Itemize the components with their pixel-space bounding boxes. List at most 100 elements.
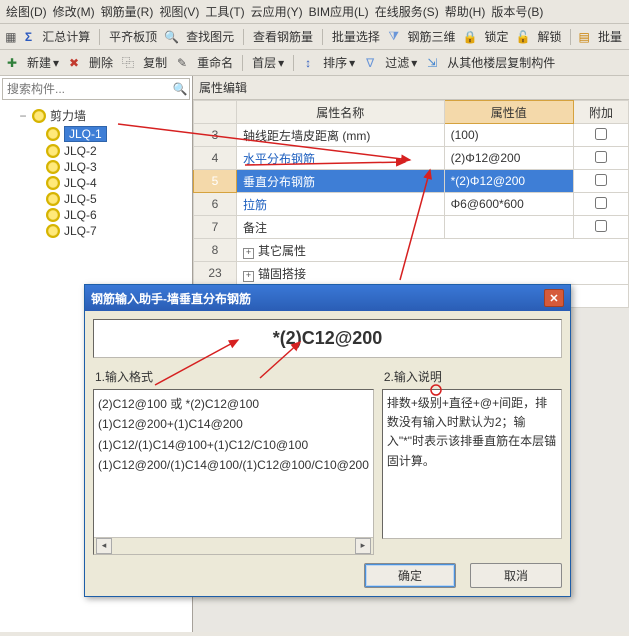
gear-icon <box>32 109 46 123</box>
layer-select[interactable]: 首层 ▾ <box>249 53 287 72</box>
format-item[interactable]: (1)C12/(1)C14@100+(1)C12/C10@100 <box>98 435 369 455</box>
format-item[interactable]: (1)C12@200+(1)C14@200 <box>98 414 369 434</box>
filter-icon[interactable]: ⧩ <box>387 29 401 45</box>
property-grid: 属性名称 属性值 附加 3轴线距左墙皮距离 (mm)(100) 4水平分布钢筋(… <box>193 100 629 308</box>
batch-button[interactable]: 批量 <box>595 27 625 46</box>
menu-item[interactable]: 绘图(D) <box>6 3 47 20</box>
tree-item[interactable]: JLQ-3 <box>46 159 188 175</box>
cancel-button[interactable]: 取消 <box>470 563 562 588</box>
dialog-display: *(2)C12@200 <box>93 319 562 358</box>
table-icon[interactable]: ▦ <box>4 29 18 45</box>
sort-button[interactable]: 排序 ▾ <box>320 53 358 72</box>
toolbar-2: ✚ 新建 ▾ ✖ 删除 ⿻ 复制 ✎ 重命名 首层 ▾ ↕ 排序 ▾ ∇ 过滤 … <box>0 50 629 76</box>
menu-item[interactable]: 钢筋量(R) <box>101 3 154 20</box>
gear-icon <box>46 176 60 190</box>
calc-button[interactable]: 汇总计算 <box>39 27 93 46</box>
sort-icon[interactable]: ↕ <box>300 55 316 71</box>
menu-item[interactable]: 在线服务(S) <box>375 3 439 20</box>
rebar-3d-button[interactable]: 钢筋三维 <box>405 27 459 46</box>
grid-row[interactable]: 7备注 <box>194 216 629 239</box>
tree-item[interactable]: JLQ-6 <box>46 207 188 223</box>
extra-check[interactable] <box>595 151 607 163</box>
gear-icon <box>46 144 60 158</box>
ok-button[interactable]: 确定 <box>364 563 456 588</box>
col-extra[interactable]: 附加 <box>574 101 629 124</box>
lock-icon[interactable]: 🔒 <box>463 29 478 45</box>
scroll-left-icon[interactable]: ◂ <box>96 538 112 554</box>
grid-group[interactable]: 8+其它属性 <box>194 239 629 262</box>
rebar-input-dialog: 钢筋输入助手-墙垂直分布钢筋 ✕ *(2)C12@200 1.输入格式 (2)C… <box>84 284 571 597</box>
explain-box: 排数+级别+直径+@+间距，排数没有输入时默认为2；输入"*"时表示该排垂直筋在… <box>382 389 562 539</box>
menu-item[interactable]: 版本号(B) <box>491 3 543 20</box>
menu-item[interactable]: 修改(M) <box>53 3 95 20</box>
expand-icon[interactable]: + <box>243 271 254 282</box>
scroll-right-icon[interactable]: ▸ <box>355 538 371 554</box>
scrollbar[interactable]: ◂▸ <box>94 537 373 554</box>
format-item[interactable]: (2)C12@100 或 *(2)C12@100 <box>98 394 369 414</box>
tree-item[interactable]: JLQ-7 <box>46 223 188 239</box>
filter-button[interactable]: 过滤 ▾ <box>382 53 420 72</box>
format-item[interactable]: (1)C12@200/(1)C14@100/(1)C12@100/C10@200 <box>98 455 369 475</box>
caption-explain: 2.输入说明 <box>382 364 562 389</box>
search-box: 🔍 <box>2 78 190 100</box>
dialog-title: 钢筋输入助手-墙垂直分布钢筋 <box>91 290 251 307</box>
copy-from-icon[interactable]: ⇲ <box>424 55 440 71</box>
batch-select-button[interactable]: 批量选择 <box>329 27 383 46</box>
lock-button[interactable]: 锁定 <box>482 27 512 46</box>
close-icon[interactable]: ✕ <box>544 289 564 307</box>
expand-icon[interactable]: + <box>243 248 254 259</box>
col-value[interactable]: 属性值 <box>444 101 573 124</box>
grid-row[interactable]: 6拉筋Φ6@600*600 <box>194 193 629 216</box>
delete-icon[interactable]: ✖ <box>66 55 82 71</box>
find-button[interactable]: 查找图元 <box>183 27 237 46</box>
copy-from-button[interactable]: 从其他楼层复制构件 <box>444 53 558 72</box>
funnel-icon[interactable]: ∇ <box>362 55 378 71</box>
view-rebar-button[interactable]: 查看钢筋量 <box>250 27 316 46</box>
unlock-icon[interactable]: 🔓 <box>516 29 531 45</box>
new-icon[interactable]: ✚ <box>4 55 20 71</box>
delete-button[interactable]: 删除 <box>86 53 116 72</box>
extra-check[interactable] <box>595 220 607 232</box>
copy-icon[interactable]: ⿻ <box>120 55 136 71</box>
unlock-button[interactable]: 解锁 <box>534 27 564 46</box>
menu-item[interactable]: BIM应用(L) <box>309 3 369 20</box>
tree-root[interactable]: −剪力墙 <box>18 106 188 125</box>
top-menu: 绘图(D) 修改(M) 钢筋量(R) 视图(V) 工具(T) 云应用(Y) BI… <box>0 0 629 24</box>
dialog-titlebar[interactable]: 钢筋输入助手-墙垂直分布钢筋 ✕ <box>85 285 570 311</box>
grid-row-selected[interactable]: 5垂直分布钢筋*(2)Φ12@200 <box>194 170 629 193</box>
gear-icon <box>46 160 60 174</box>
extra-check[interactable] <box>595 174 607 186</box>
sigma-icon[interactable]: Σ <box>22 29 36 45</box>
col-name[interactable]: 属性名称 <box>237 101 445 124</box>
format-list[interactable]: (2)C12@100 或 *(2)C12@100 (1)C12@200+(1)C… <box>93 389 374 555</box>
gear-icon <box>46 192 60 206</box>
extra-check[interactable] <box>595 128 607 140</box>
search-icon[interactable]: 🔍 <box>164 29 179 45</box>
menu-item[interactable]: 云应用(Y) <box>251 3 303 20</box>
tree-item[interactable]: JLQ-2 <box>46 143 188 159</box>
menu-item[interactable]: 视图(V) <box>159 3 199 20</box>
grid-group[interactable]: 23+锚固搭接 <box>194 262 629 285</box>
caption-format: 1.输入格式 <box>93 364 374 389</box>
grid-row[interactable]: 3轴线距左墙皮距离 (mm)(100) <box>194 124 629 147</box>
tree-item-selected[interactable]: JLQ-1 <box>46 125 188 143</box>
toolbar-1: ▦ Σ 汇总计算 平齐板顶 🔍 查找图元 查看钢筋量 批量选择 ⧩ 钢筋三维 🔒… <box>0 24 629 50</box>
new-button[interactable]: 新建 ▾ <box>24 53 62 72</box>
rename-icon[interactable]: ✎ <box>174 55 190 71</box>
gear-icon <box>46 127 60 141</box>
copy-button[interactable]: 复制 <box>140 53 170 72</box>
tree-item[interactable]: JLQ-5 <box>46 191 188 207</box>
tree-item[interactable]: JLQ-4 <box>46 175 188 191</box>
grid-row[interactable]: 4水平分布钢筋(2)Φ12@200 <box>194 147 629 170</box>
search-input[interactable] <box>3 79 171 99</box>
menu-item[interactable]: 工具(T) <box>205 3 244 20</box>
search-go-icon[interactable]: 🔍 <box>171 82 189 96</box>
panel-header: 属性编辑 <box>193 76 629 100</box>
rename-button[interactable]: 重命名 <box>194 53 236 72</box>
gear-icon <box>46 208 60 222</box>
batch-icon[interactable]: ▤ <box>577 29 591 45</box>
align-button[interactable]: 平齐板顶 <box>106 27 160 46</box>
extra-check[interactable] <box>595 197 607 209</box>
menu-item[interactable]: 帮助(H) <box>445 3 486 20</box>
gear-icon <box>46 224 60 238</box>
